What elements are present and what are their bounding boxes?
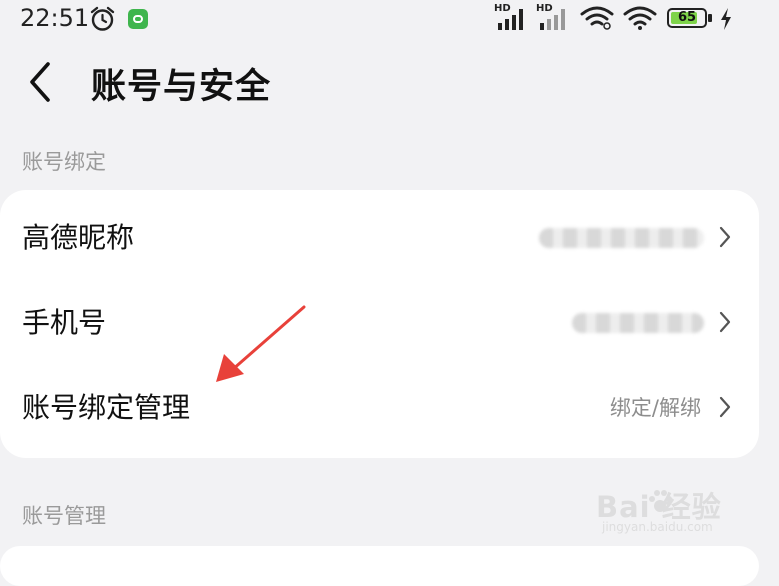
row-gaode-nickname[interactable]: 高德昵称 bbox=[0, 196, 759, 280]
row-binding-management[interactable]: 账号绑定管理 绑定/解绑 bbox=[0, 366, 759, 450]
annotation-arrow-icon bbox=[216, 305, 306, 382]
watermark-url: jingyan.baidu.com bbox=[602, 520, 713, 534]
binding-card: 高德昵称 手机号 账号绑定管理 绑定/解绑 bbox=[0, 190, 759, 458]
status-bar: 22:51 HD HD 65 bbox=[0, 0, 779, 38]
redacted-value bbox=[539, 228, 704, 248]
paw-icon bbox=[649, 490, 672, 512]
page-title: 账号与安全 bbox=[91, 67, 272, 107]
row-label: 账号绑定管理 bbox=[22, 391, 191, 424]
wifi-icon bbox=[623, 6, 657, 30]
wifi-icon bbox=[580, 6, 614, 30]
baidu-jingyan-watermark: Bai 经验 jingyan.baidu.com bbox=[596, 484, 756, 540]
row-phone-number[interactable]: 手机号 bbox=[0, 281, 759, 365]
section-label-binding: 账号绑定 bbox=[22, 150, 106, 174]
row-label: 手机号 bbox=[22, 306, 107, 339]
app-notification-icon bbox=[128, 9, 148, 29]
chevron-right-icon bbox=[719, 226, 731, 248]
section-label-management: 账号管理 bbox=[22, 504, 106, 528]
chevron-right-icon bbox=[719, 396, 731, 418]
charging-bolt-icon bbox=[721, 8, 731, 30]
management-card bbox=[0, 546, 759, 586]
battery-icon: 65 bbox=[667, 8, 713, 30]
cell-signal-1-icon: HD bbox=[494, 3, 532, 31]
battery-level: 65 bbox=[677, 10, 697, 25]
alarm-clock-icon bbox=[90, 6, 115, 31]
row-value: 绑定/解绑 bbox=[609, 396, 701, 420]
cell-signal-2-icon: HD bbox=[536, 3, 574, 31]
chevron-right-icon bbox=[719, 311, 731, 333]
status-time: 22:51 bbox=[20, 4, 90, 32]
row-label: 高德昵称 bbox=[22, 221, 135, 254]
redacted-value bbox=[572, 313, 704, 333]
back-chevron-icon[interactable] bbox=[26, 60, 56, 104]
